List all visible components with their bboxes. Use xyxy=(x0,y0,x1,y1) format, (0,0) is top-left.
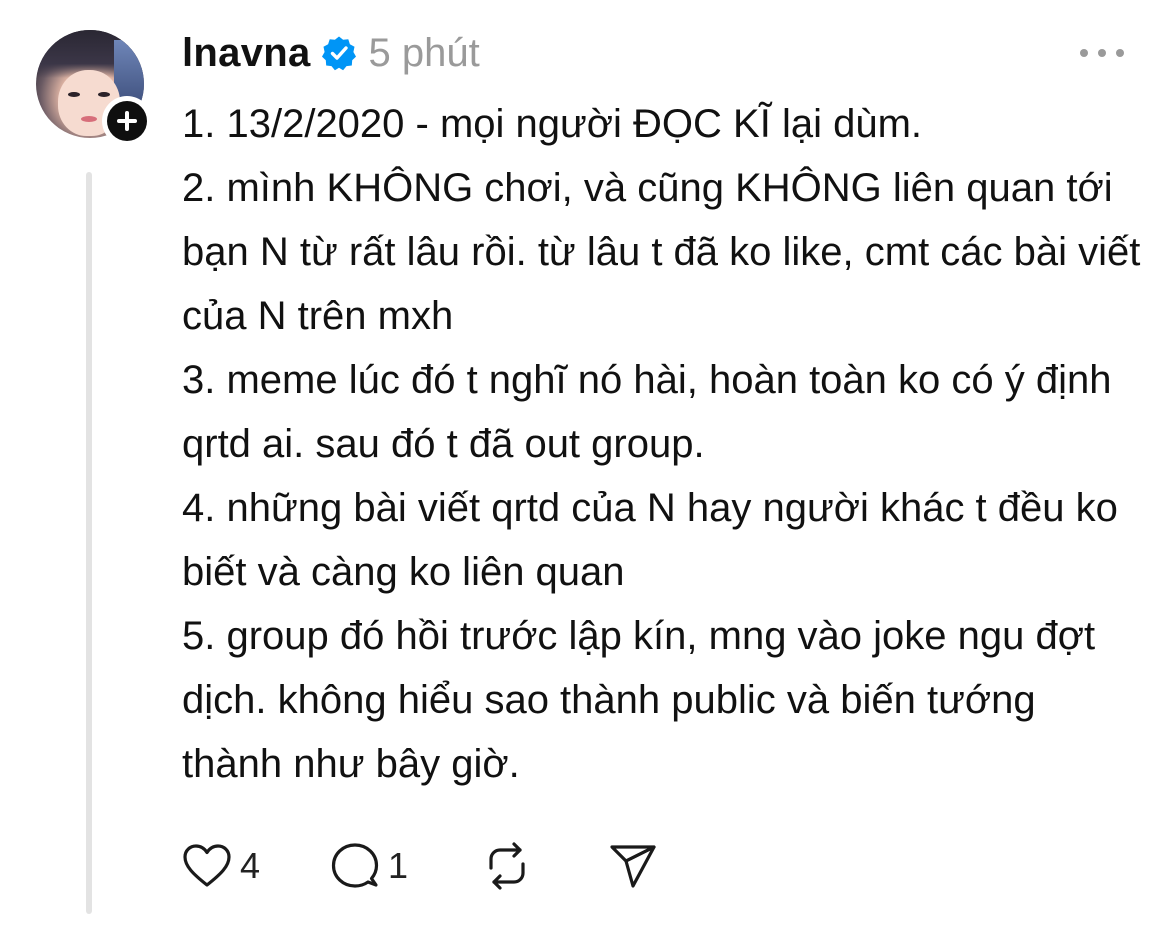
username[interactable]: lnavna xyxy=(182,31,311,76)
avatar-eye-right xyxy=(98,92,110,97)
more-dot xyxy=(1080,49,1088,57)
comment-icon xyxy=(331,843,379,888)
follow-button[interactable] xyxy=(102,96,152,146)
reply-button[interactable]: 1 xyxy=(330,836,408,896)
verified-badge-icon xyxy=(321,35,357,71)
post-content: 1. 13/2/2020 - mọi người ĐỌC KĨ lại dùm.… xyxy=(182,92,1142,796)
avatar-eye-left xyxy=(68,92,80,97)
repost-button[interactable] xyxy=(482,836,532,896)
plus-icon xyxy=(117,111,137,131)
post-paragraph: 2. mình KHÔNG chơi, và cũng KHÔNG liên q… xyxy=(182,166,1141,338)
avatar-lips xyxy=(81,116,97,122)
more-icon[interactable] xyxy=(1080,38,1124,68)
like-count: 4 xyxy=(240,845,261,886)
post-paragraph: 5. group đó hồi trước lập kín, mng vào j… xyxy=(182,614,1096,786)
share-button[interactable] xyxy=(608,836,658,896)
reply-count: 1 xyxy=(388,845,409,886)
post-paragraph: 1. 13/2/2020 - mọi người ĐỌC KĨ lại dùm. xyxy=(182,102,922,146)
post-paragraph: 3. meme lúc đó t nghĩ nó hài, hoàn toàn … xyxy=(182,358,1112,466)
thread-post: lnavna 5 phút 1. 13/2/2020 - mọi người Đ… xyxy=(0,0,1170,941)
post-paragraph: 4. những bài viết qrtd của N hay người k… xyxy=(182,486,1118,594)
heart-icon xyxy=(183,844,231,887)
more-dot xyxy=(1116,49,1124,57)
action-bar: 4 1 xyxy=(182,836,658,896)
follow-button-circle xyxy=(107,101,147,141)
like-button[interactable]: 4 xyxy=(182,836,260,896)
more-dot xyxy=(1098,49,1106,57)
post-time: 5 phút xyxy=(368,30,480,75)
thread-line xyxy=(86,172,92,914)
post-header: lnavna 5 phút xyxy=(182,24,480,82)
share-icon xyxy=(610,845,656,888)
repost-icon xyxy=(489,842,525,890)
